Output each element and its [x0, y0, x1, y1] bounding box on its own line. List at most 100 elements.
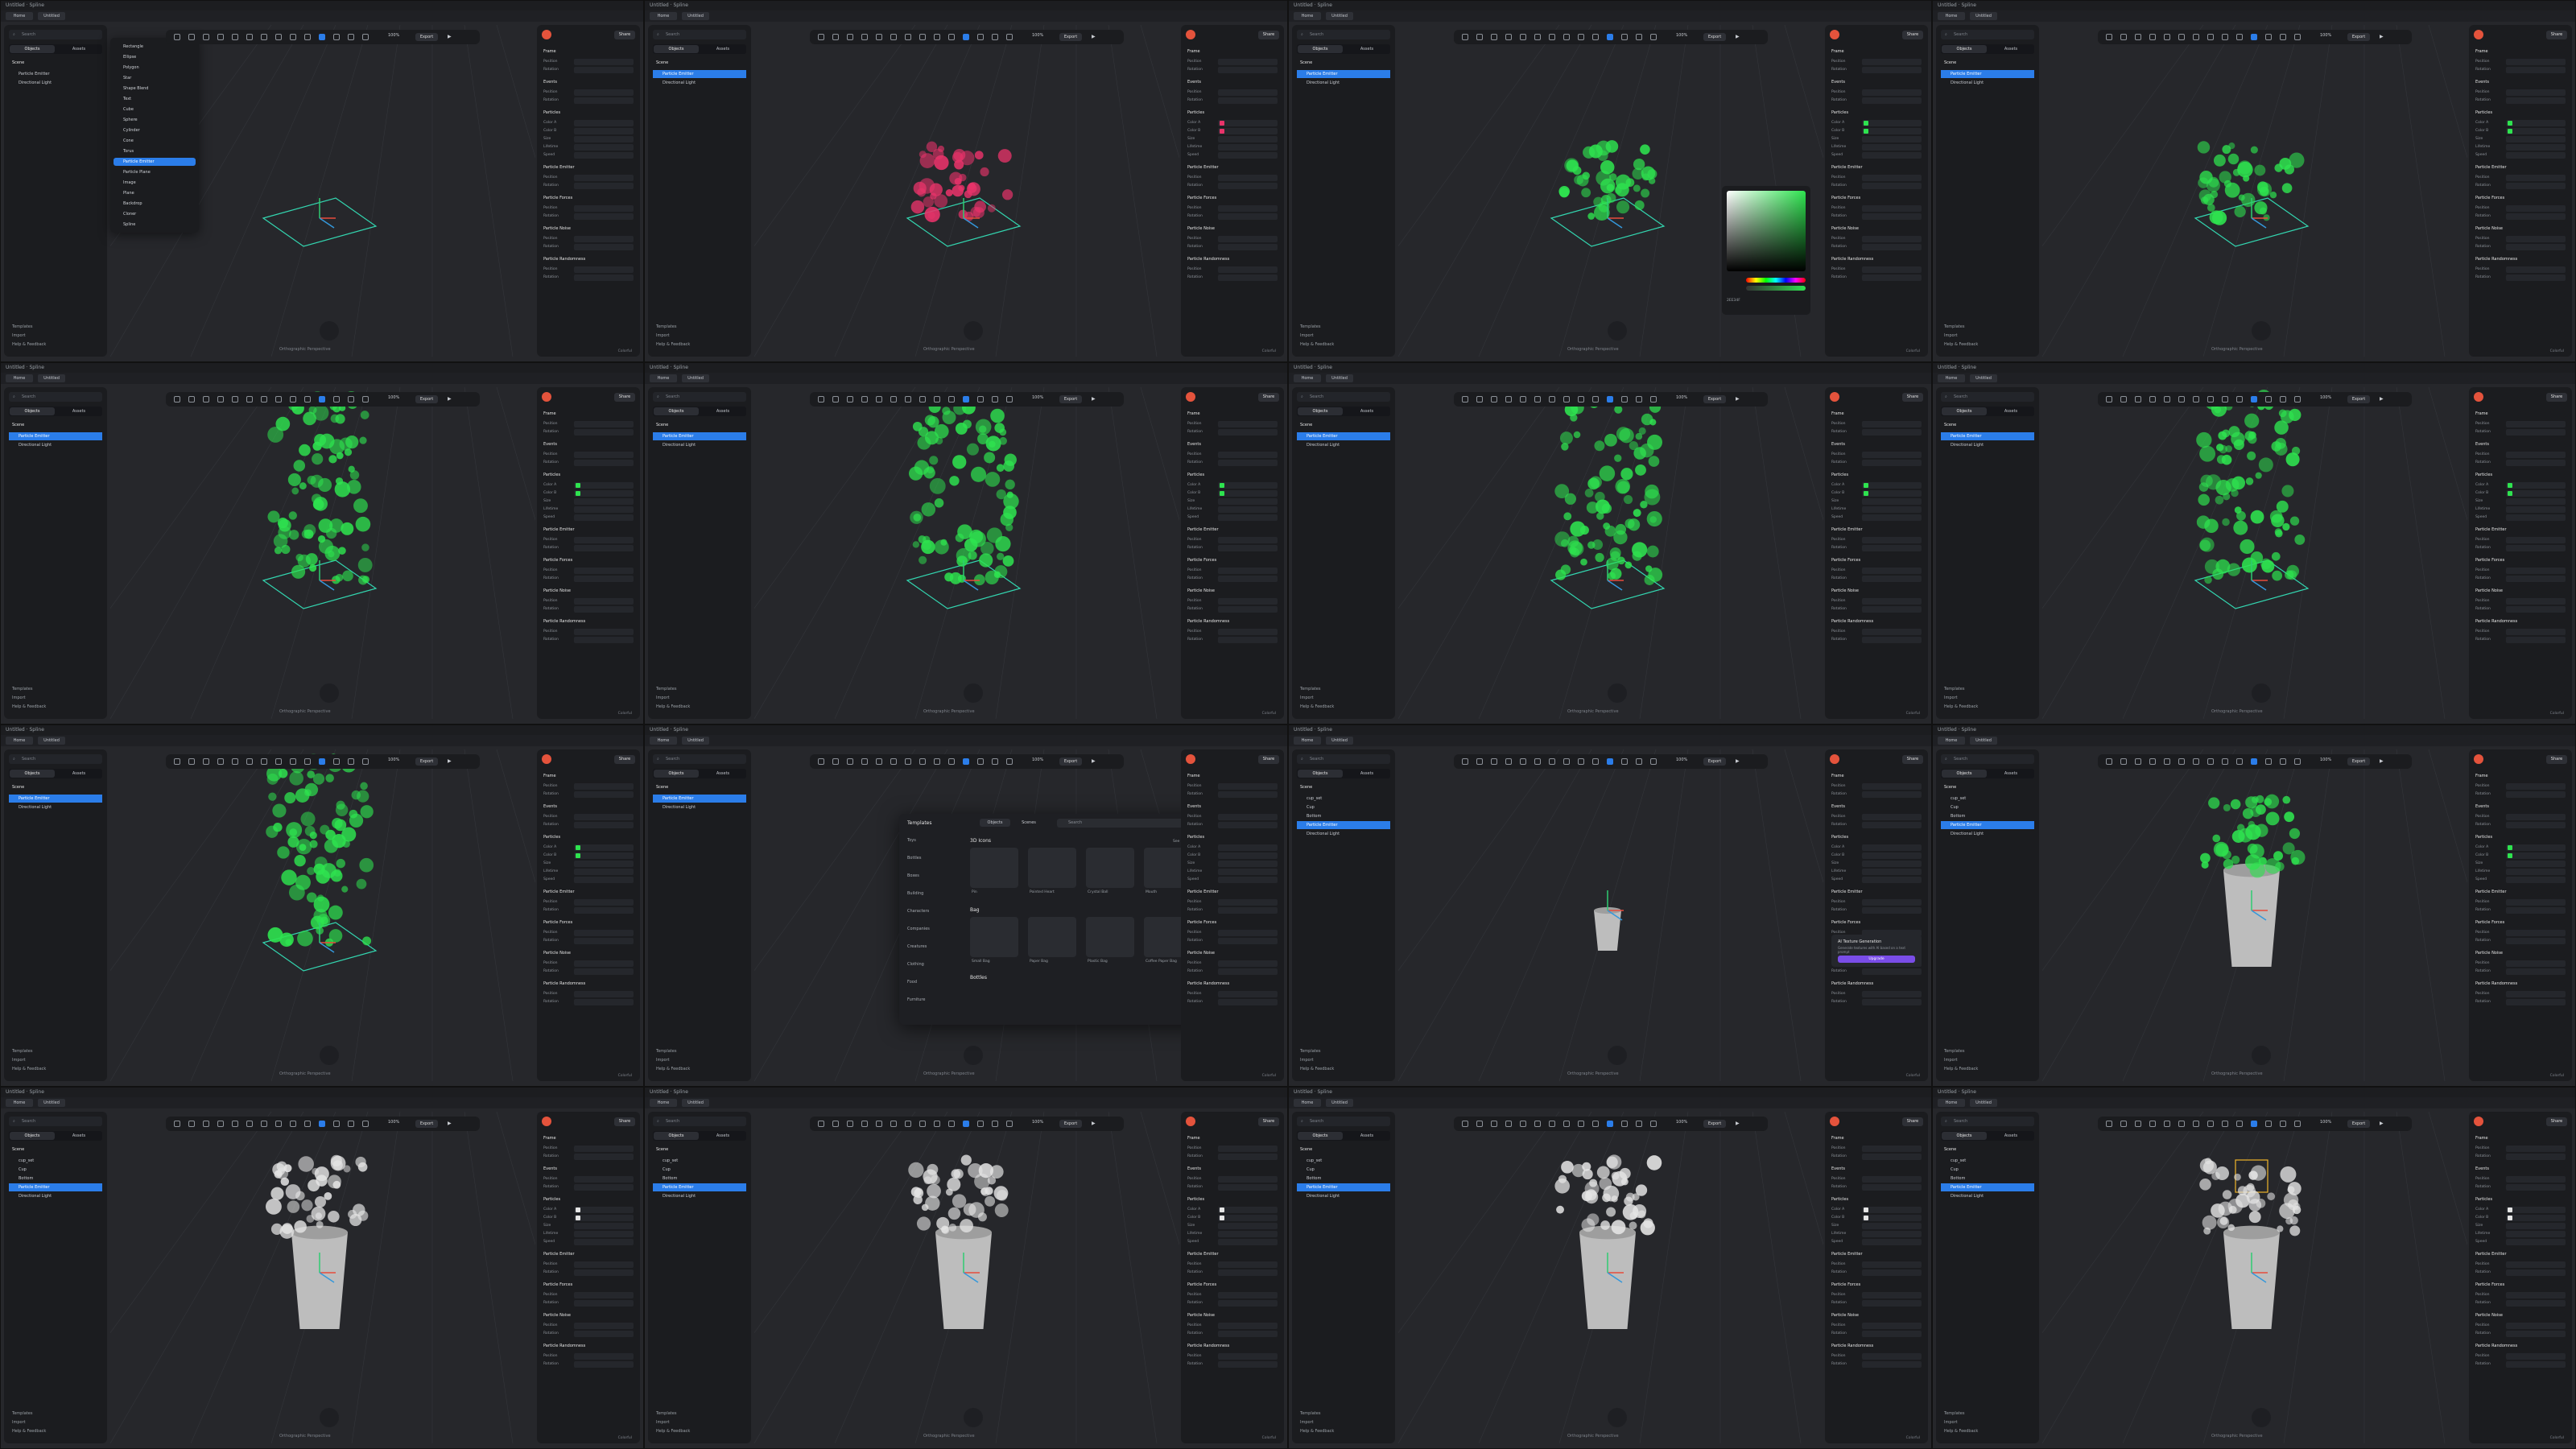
- tool-icon[interactable]: [2106, 396, 2112, 402]
- property-field[interactable]: [2506, 1269, 2566, 1276]
- tab-document[interactable]: Untitled: [682, 12, 709, 20]
- play-icon[interactable]: ▶: [1092, 396, 1096, 402]
- footer-link-0[interactable]: Templates: [1300, 687, 1320, 691]
- transform-axis[interactable]: [319, 580, 335, 591]
- property-field[interactable]: [1862, 537, 1922, 543]
- tab-objects[interactable]: Objects: [1942, 770, 1987, 778]
- avatar[interactable]: [2474, 1117, 2483, 1126]
- tab-objects[interactable]: Objects: [654, 1132, 699, 1140]
- saturation-area[interactable]: [1727, 191, 1806, 271]
- tool-icon[interactable]: [1578, 1121, 1584, 1127]
- tool-icon[interactable]: [188, 396, 195, 402]
- property-field[interactable]: [574, 482, 634, 489]
- tab-assets[interactable]: Assets: [56, 45, 101, 53]
- tab-document[interactable]: Untitled: [1326, 12, 1353, 20]
- property-field[interactable]: [2506, 482, 2566, 489]
- search-input[interactable]: ⌕ Search: [1941, 30, 2034, 39]
- tool-icon[interactable]: [261, 758, 267, 765]
- share-button[interactable]: Share: [1902, 1117, 1923, 1126]
- tab-objects[interactable]: Objects: [654, 45, 699, 53]
- property-field[interactable]: [1862, 275, 1922, 281]
- section-noise[interactable]: Particle Noise: [543, 951, 571, 956]
- tab-objects[interactable]: Objects: [1298, 407, 1343, 415]
- object-row[interactable]: Cup: [9, 1166, 102, 1174]
- section-randomness[interactable]: Particle Randomness: [2475, 257, 2517, 262]
- property-field[interactable]: [1218, 783, 1278, 790]
- share-button[interactable]: Share: [614, 1117, 635, 1126]
- tool-icon[interactable]: [2207, 396, 2214, 402]
- property-field[interactable]: [1862, 1361, 1922, 1368]
- property-field[interactable]: [574, 991, 634, 997]
- section-events[interactable]: Events: [543, 442, 557, 447]
- tool-icon[interactable]: [1578, 396, 1584, 402]
- property-field[interactable]: [1862, 999, 1922, 1005]
- tab-document[interactable]: Untitled: [682, 374, 709, 382]
- section-emitter[interactable]: Particle Emitter: [543, 527, 575, 532]
- property-field[interactable]: [2506, 960, 2566, 967]
- play-icon[interactable]: ▶: [448, 396, 452, 402]
- avatar[interactable]: [1186, 1117, 1195, 1126]
- object-row[interactable]: Cup: [1941, 1166, 2034, 1174]
- property-field[interactable]: [2506, 1154, 2566, 1160]
- section-emitter[interactable]: Particle Emitter: [1831, 527, 1863, 532]
- object-row[interactable]: Directional Light: [653, 441, 746, 449]
- property-field[interactable]: [1218, 1146, 1278, 1152]
- property-field[interactable]: [574, 452, 634, 458]
- property-field[interactable]: [574, 205, 634, 212]
- property-field[interactable]: [574, 791, 634, 798]
- property-field[interactable]: [1862, 545, 1922, 551]
- property-field[interactable]: [574, 213, 634, 220]
- section-frame[interactable]: Frame: [543, 774, 556, 778]
- avatar[interactable]: [1830, 392, 1839, 402]
- section-events[interactable]: Events: [2475, 80, 2489, 85]
- footer-link-2[interactable]: Help & Feedback: [12, 1067, 46, 1071]
- tab-assets[interactable]: Assets: [1988, 45, 2033, 53]
- menu-item[interactable]: Text: [114, 95, 196, 103]
- tab-assets[interactable]: Assets: [1988, 407, 2033, 415]
- footer-link-2[interactable]: Help & Feedback: [1300, 1429, 1334, 1434]
- tool-icon[interactable]: [1650, 396, 1657, 402]
- property-field[interactable]: [1862, 822, 1922, 828]
- footer-link-1[interactable]: Import: [656, 1420, 670, 1425]
- color-swatch[interactable]: [576, 483, 580, 488]
- tool-icon[interactable]: [2164, 396, 2170, 402]
- footer-link-2[interactable]: Help & Feedback: [1944, 1067, 1978, 1071]
- tool-icon[interactable]: [1578, 758, 1584, 765]
- section-randomness[interactable]: Particle Randomness: [1187, 619, 1229, 624]
- property-field[interactable]: [2506, 514, 2566, 521]
- tool-icon[interactable]: [217, 1121, 224, 1127]
- property-field[interactable]: [1862, 1353, 1922, 1360]
- tool-icon[interactable]: [333, 34, 340, 40]
- property-field[interactable]: [1218, 791, 1278, 798]
- property-field[interactable]: [2506, 844, 2566, 851]
- property-field[interactable]: [574, 999, 634, 1005]
- property-field[interactable]: [1862, 183, 1922, 189]
- search-input[interactable]: ⌕ Search: [1297, 392, 1390, 402]
- export-button[interactable]: Export: [1059, 33, 1082, 41]
- object-row[interactable]: Particle Emitter: [9, 1183, 102, 1191]
- avatar[interactable]: [1186, 754, 1195, 764]
- share-button[interactable]: Share: [1258, 755, 1279, 764]
- export-button[interactable]: Export: [1059, 395, 1082, 403]
- property-field[interactable]: [2506, 429, 2566, 436]
- tool-icon[interactable]: [1520, 1121, 1526, 1127]
- tab-assets[interactable]: Assets: [1344, 45, 1389, 53]
- tool-icon[interactable]: [2280, 1121, 2286, 1127]
- section-frame[interactable]: Frame: [1187, 1136, 1200, 1141]
- section-frame[interactable]: Frame: [543, 1136, 556, 1141]
- tool-icon[interactable]: [217, 758, 224, 765]
- tool-icon[interactable]: [1621, 758, 1628, 765]
- property-field[interactable]: [2506, 869, 2566, 875]
- section-particles[interactable]: Particles: [2475, 835, 2492, 840]
- tool-icon[interactable]: [977, 396, 984, 402]
- property-field[interactable]: [574, 637, 634, 643]
- section-particles[interactable]: Particles: [2475, 110, 2492, 115]
- property-field[interactable]: [2506, 183, 2566, 189]
- tool-icon[interactable]: [304, 34, 311, 40]
- color-swatch[interactable]: [576, 845, 580, 850]
- property-field[interactable]: [2506, 1176, 2566, 1183]
- search-input[interactable]: ⌕ Search: [9, 754, 102, 764]
- property-field[interactable]: [2506, 991, 2566, 997]
- property-field[interactable]: [574, 1184, 634, 1191]
- tab-document[interactable]: Untitled: [682, 737, 709, 745]
